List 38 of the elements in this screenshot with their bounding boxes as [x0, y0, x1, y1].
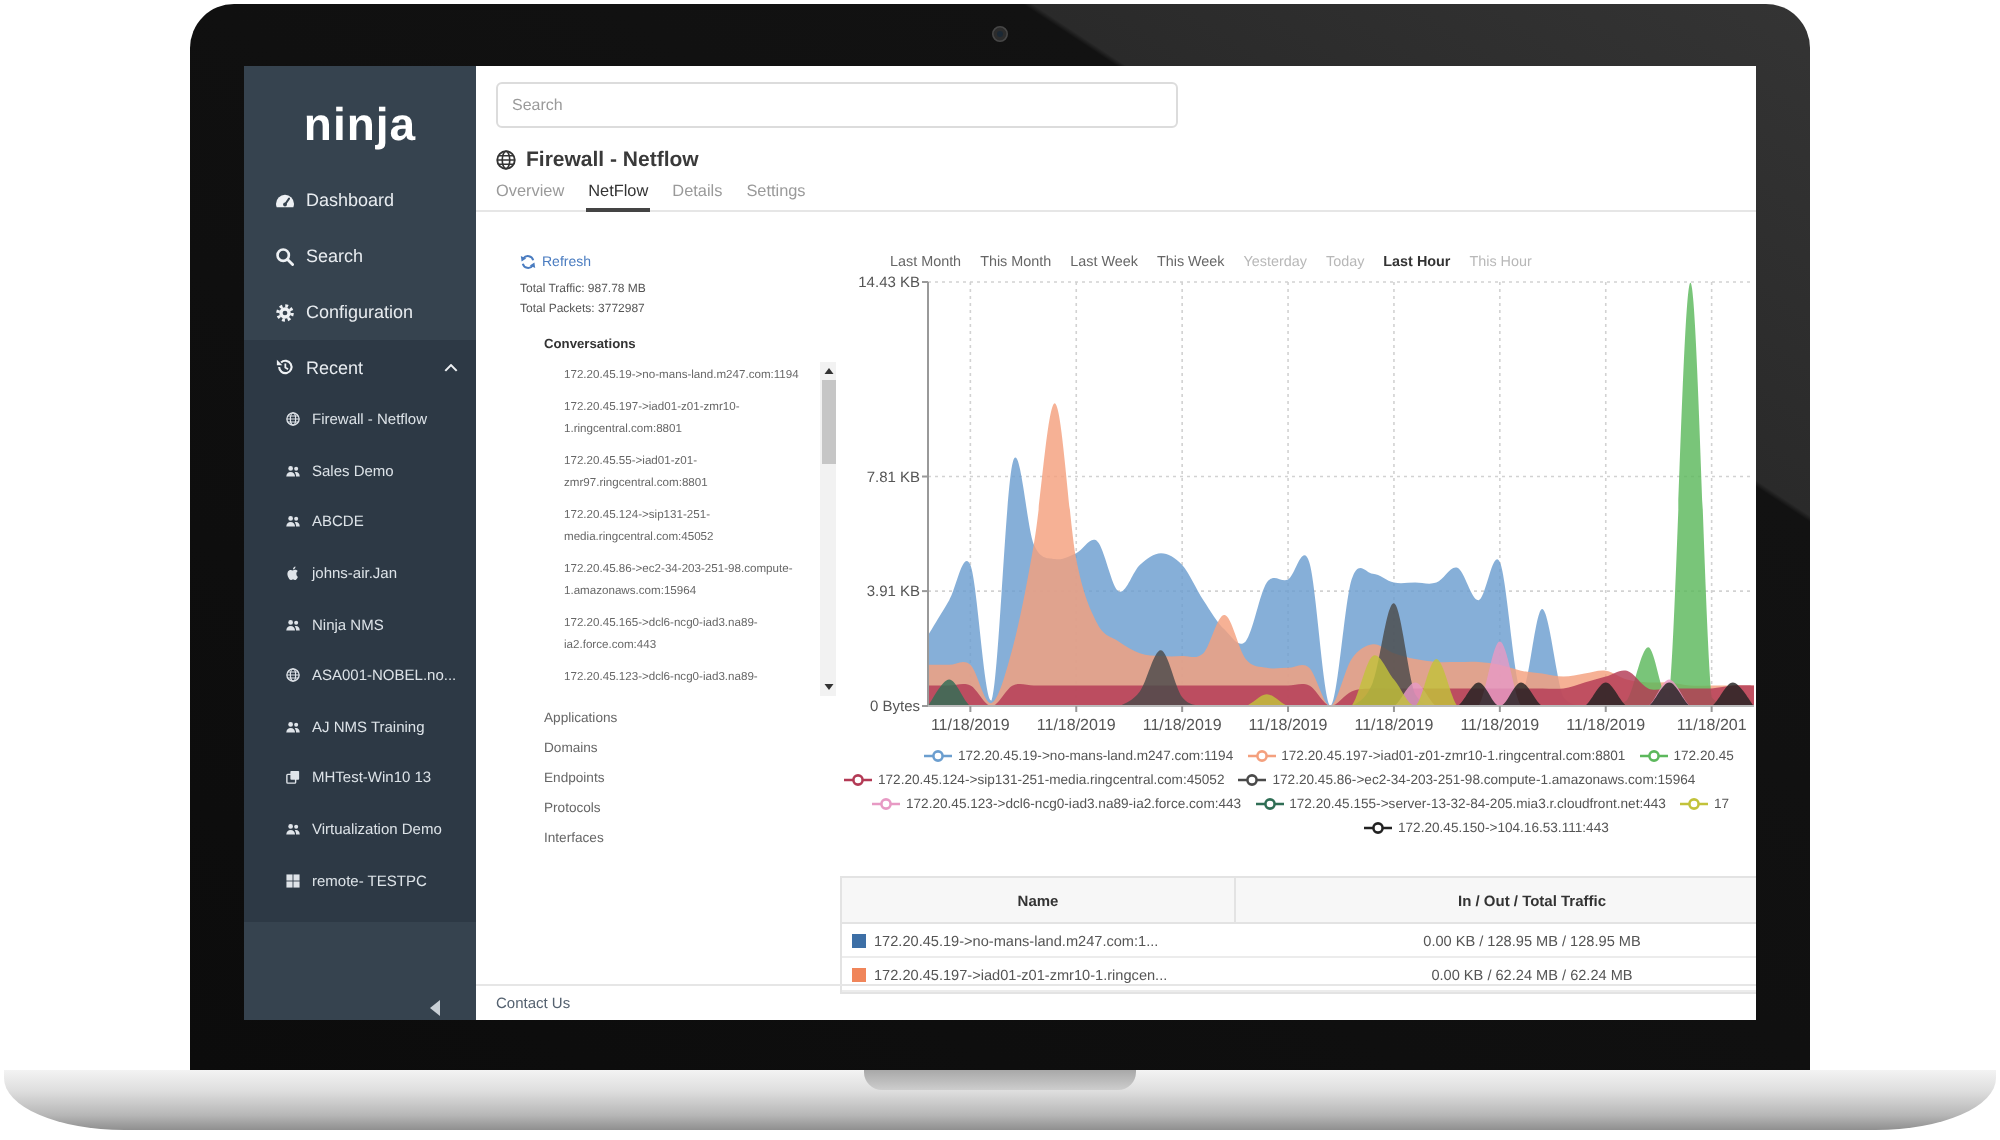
- logo: ninja: [303, 100, 417, 148]
- nav-item[interactable]: Dashboard: [276, 172, 395, 228]
- scrollbar-track[interactable]: [820, 362, 836, 696]
- x-axis-label: 11/18/2019: [1460, 716, 1540, 734]
- apple-icon: [286, 566, 300, 581]
- refresh-icon: [520, 254, 536, 270]
- recent-toggle[interactable]: Recent: [276, 340, 458, 394]
- users-icon: [286, 463, 300, 478]
- x-axis-label: 11/18/201: [1676, 716, 1747, 734]
- nav-item[interactable]: Search: [276, 228, 364, 284]
- users-icon: [286, 822, 300, 837]
- globe-icon: [286, 668, 300, 683]
- caret-down-icon[interactable]: [823, 684, 833, 690]
- x-axis-label: 11/18/2019: [1248, 716, 1328, 734]
- search-field[interactable]: Search: [496, 82, 1178, 128]
- search-icon: [276, 247, 294, 265]
- tab[interactable]: NetFlow: [586, 180, 651, 212]
- users-icon: [286, 719, 300, 734]
- globe-icon: [496, 150, 516, 170]
- page-title: Firewall - Netflow: [526, 148, 699, 172]
- x-axis-label: 11/18/2019: [1142, 716, 1222, 734]
- scrollbar-thumb[interactable]: [821, 380, 835, 464]
- camera-icon: [992, 26, 1008, 42]
- users-icon: [286, 514, 300, 529]
- x-axis-label: 11/18/2019: [930, 716, 1010, 734]
- gauge-icon: [276, 191, 294, 209]
- x-axis-label: 11/18/2019: [1036, 716, 1116, 734]
- x-axis-label: 11/18/2019: [1354, 716, 1434, 734]
- caret-up-icon[interactable]: [823, 368, 833, 374]
- globe-icon: [286, 412, 300, 427]
- nav-item[interactable]: Configuration: [276, 284, 414, 340]
- stacked-squares-icon: [286, 770, 300, 785]
- settings-icon: [276, 303, 294, 321]
- users-icon: [286, 617, 300, 632]
- four-squares-icon: [286, 873, 300, 888]
- x-axis-label: 11/18/2019: [1566, 716, 1646, 734]
- history-icon: [276, 358, 294, 376]
- caret-left-icon[interactable]: [430, 1000, 440, 1016]
